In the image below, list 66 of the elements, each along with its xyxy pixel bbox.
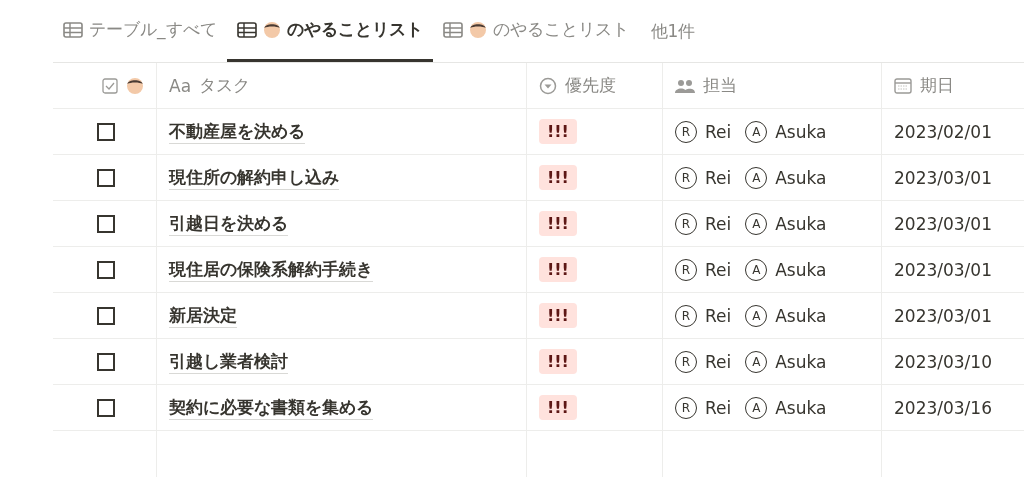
checkbox[interactable] (97, 214, 115, 233)
task-title[interactable]: 不動産屋を決める (169, 119, 305, 144)
table-icon (442, 21, 463, 38)
person-name: Asuka (775, 121, 827, 142)
person-name: Asuka (775, 351, 827, 372)
priority-tag: !!! (539, 165, 577, 190)
tab-label: テーブル_すべて (89, 18, 217, 41)
priority-tag: !!! (539, 349, 577, 374)
column-header[interactable]: Aa タスク (157, 63, 527, 109)
column-title: 担当 (703, 74, 737, 97)
column-header[interactable]: 期日 (882, 63, 1024, 109)
view-tab[interactable]: のやることリスト (226, 0, 433, 62)
checkbox[interactable] (97, 398, 115, 417)
person-name: Asuka (775, 167, 827, 188)
text-type-label: Aa (169, 75, 192, 96)
view-tab[interactable]: のやることリスト (432, 0, 639, 62)
people-icon (675, 78, 695, 93)
tab-label: のやることリスト (492, 18, 629, 41)
person-name: Rei (705, 121, 732, 142)
checkbox-icon (102, 77, 118, 94)
person-name: Rei (705, 351, 732, 372)
person-name: Asuka (775, 213, 827, 234)
priority-tag: !!! (539, 119, 577, 144)
table-icon (63, 21, 83, 38)
tab-label: のやることリスト (286, 18, 423, 41)
task-title[interactable]: 現住居の保険系解約手続き (169, 257, 373, 282)
date-text: 2023/03/16 (894, 397, 992, 418)
priority-tag: !!! (539, 395, 577, 420)
person-name: Asuka (775, 305, 827, 326)
person-name: Rei (705, 305, 732, 326)
person-name: Asuka (775, 259, 827, 280)
priority-tag: !!! (539, 257, 577, 282)
avatar-icon (126, 76, 144, 95)
dropdown-icon (539, 76, 557, 95)
person-name: Asuka (775, 397, 827, 418)
checkbox[interactable] (97, 168, 115, 187)
column-title: タスク (199, 74, 251, 97)
date-text: 2023/03/01 (894, 213, 992, 234)
task-title[interactable]: 引越し業者検討 (169, 349, 288, 374)
priority-tag: !!! (539, 211, 577, 236)
task-title[interactable]: 契約に必要な書類を集める (169, 395, 373, 420)
person-name: Rei (705, 259, 732, 280)
person-name: Rei (705, 397, 732, 418)
column-header[interactable]: 担当 (663, 63, 882, 109)
checkbox[interactable] (97, 260, 115, 279)
checkbox[interactable] (97, 122, 115, 141)
date-text: 2023/02/01 (894, 121, 992, 142)
more-tabs-link[interactable]: 他1件 (638, 0, 708, 62)
calendar-icon (894, 77, 912, 94)
date-text: 2023/03/01 (894, 167, 992, 188)
date-text: 2023/03/01 (894, 259, 992, 280)
column-title: 優先度 (565, 74, 616, 97)
task-title[interactable]: 現住所の解約申し込み (169, 165, 339, 190)
task-title[interactable]: 新居決定 (169, 303, 237, 328)
person-name: Rei (705, 167, 732, 188)
person-name: Rei (705, 213, 732, 234)
date-text: 2023/03/01 (894, 305, 992, 326)
checkbox[interactable] (97, 306, 115, 325)
view-tab[interactable]: テーブル_すべて (53, 0, 227, 62)
priority-tag: !!! (539, 303, 577, 328)
column-title: 期日 (920, 74, 954, 97)
task-title[interactable]: 引越日を決める (169, 211, 288, 236)
table-icon (236, 21, 257, 38)
column-header[interactable]: 優先度 (527, 63, 663, 109)
date-text: 2023/03/10 (894, 351, 992, 372)
checkbox[interactable] (97, 352, 115, 371)
